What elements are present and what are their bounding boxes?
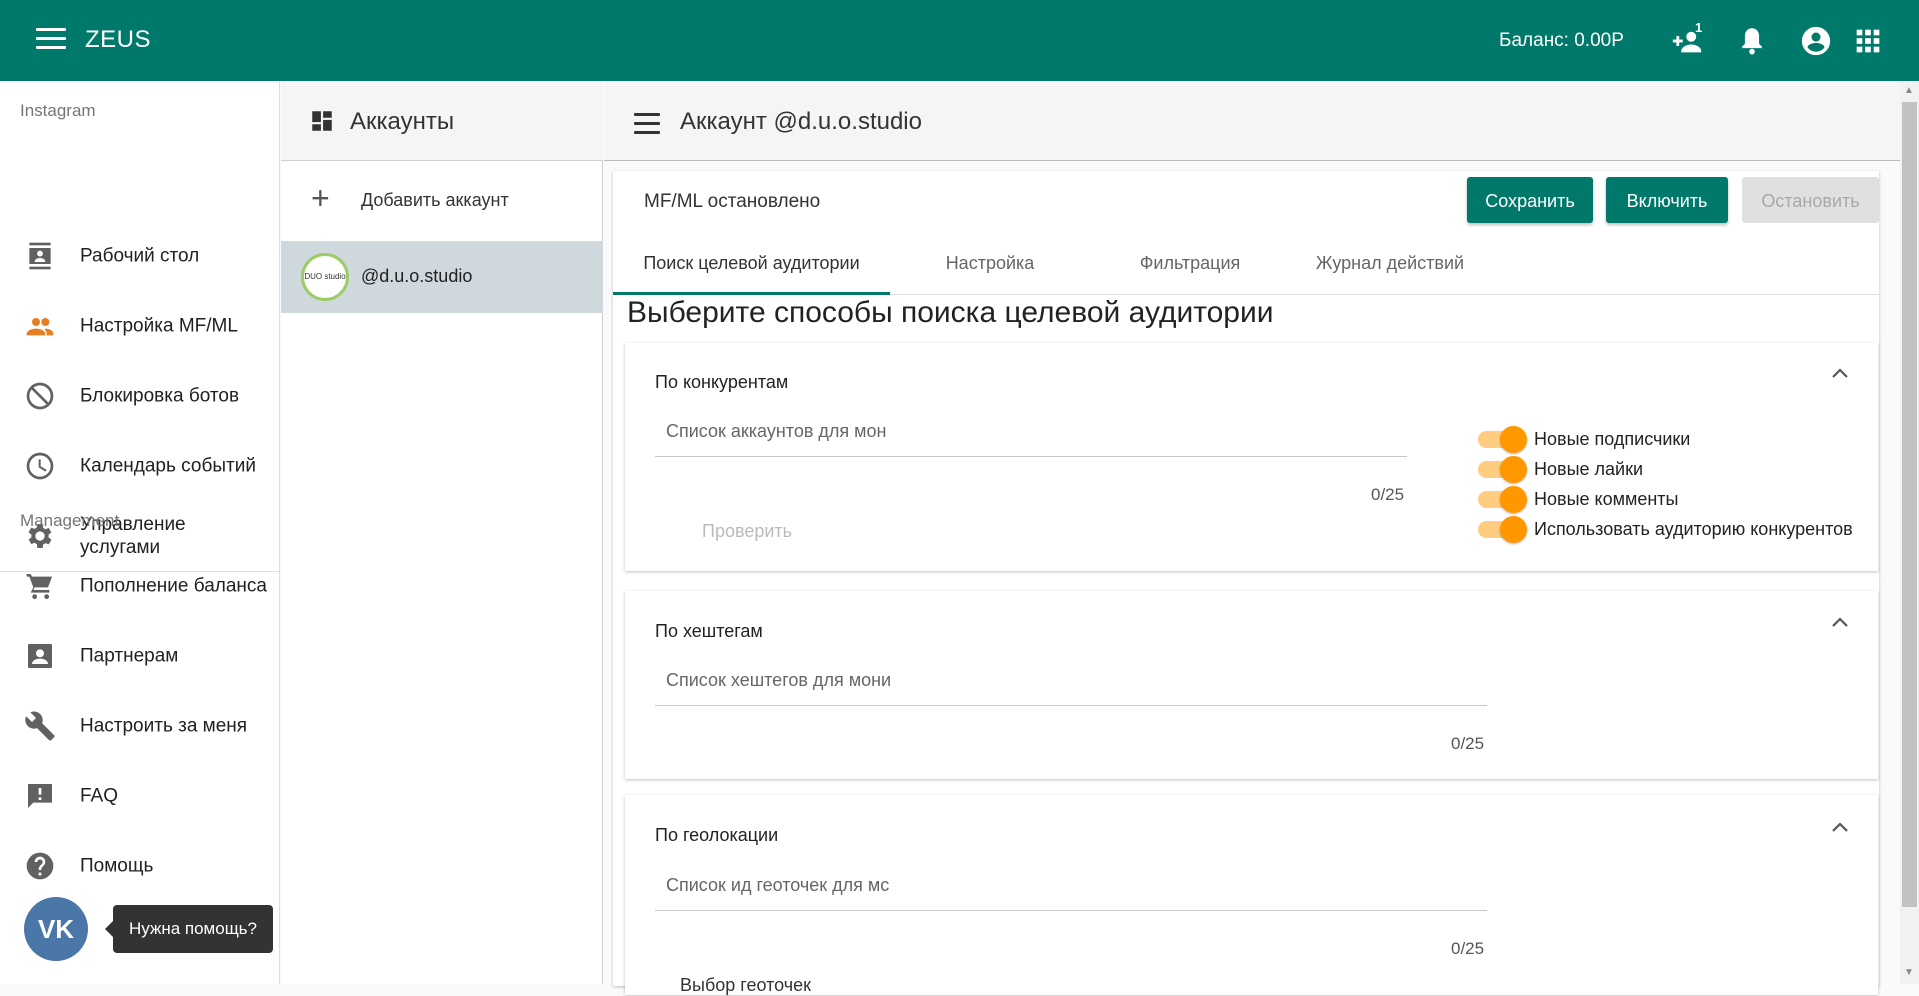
toggle-label: Новые подписчики	[1534, 429, 1691, 449]
panel-hashtags: По хештегам Список хештегов для мони 0/2…	[625, 591, 1878, 779]
wrench-icon	[24, 710, 56, 742]
cart-icon	[24, 570, 56, 602]
people-icon	[24, 310, 56, 342]
clock-icon	[24, 450, 56, 482]
tab-settings[interactable]: Настройка	[890, 235, 1090, 295]
section-label-management: Management	[20, 511, 120, 530]
toggle-new-likes[interactable]	[1478, 456, 1527, 483]
menu-icon[interactable]	[36, 28, 66, 52]
panel-title: По конкурентам	[655, 372, 789, 392]
geo-select-label[interactable]: Выбор геоточек	[680, 975, 811, 996]
panel-competitors: По конкурентам Список аккаунтов для мон …	[625, 343, 1878, 571]
account-handle: @d.u.o.studio	[361, 266, 473, 286]
sidebar-item-desktop[interactable]: Рабочий стол	[0, 226, 279, 286]
dashboard-icon	[309, 108, 335, 134]
account-card: MF/ML остановлено Сохранить Включить Ост…	[613, 171, 1879, 995]
feedback-icon	[24, 780, 56, 812]
chevron-up-icon[interactable]	[1830, 820, 1850, 834]
save-button[interactable]: Сохранить	[1467, 177, 1593, 223]
input-placeholder: Список хештегов для мони	[666, 670, 892, 690]
toggle-label: Использовать аудиторию конкурентов	[1534, 519, 1853, 539]
section-heading: Выберите способы поиска целевой аудитори…	[627, 296, 1274, 329]
section-label-instagram: Instagram	[20, 101, 96, 120]
toggle-new-comments[interactable]	[1478, 486, 1527, 513]
char-counter: 0/25	[1451, 939, 1485, 958]
sidebar-item-top-up-balance[interactable]: Пополнение баланса	[0, 556, 279, 616]
sidebar-item-mfml-settings[interactable]: Настройка MF/ML	[0, 296, 279, 356]
tab-action-log[interactable]: Журнал действий	[1290, 235, 1490, 295]
page-title: Аккаунт @d.u.o.studio	[680, 108, 922, 135]
scroll-up-arrow-icon[interactable]: ▲	[1904, 85, 1914, 96]
tab-audience-search[interactable]: Поиск целевой аудитории	[613, 235, 890, 295]
input-placeholder: Список ид геоточек для мс	[666, 875, 890, 895]
account-box-icon	[24, 640, 56, 672]
hashtags-input[interactable]: Список хештегов для мони	[655, 648, 1487, 706]
enable-button[interactable]: Включить	[1606, 177, 1728, 223]
geo-points-input[interactable]: Список ид геоточек для мс	[655, 853, 1487, 911]
notification-count-badge: 1	[1695, 20, 1703, 35]
apps-grid-icon[interactable]	[1851, 24, 1885, 58]
add-account-label: Добавить аккаунт	[361, 190, 509, 210]
balance-label[interactable]: Баланс: 0.00Р	[1499, 30, 1624, 52]
accounts-header: Аккаунты	[281, 81, 603, 161]
toggle-new-followers[interactable]	[1478, 426, 1527, 453]
contact-icon	[24, 240, 56, 272]
block-icon	[24, 380, 56, 412]
char-counter: 0/25	[1371, 485, 1405, 504]
toggle-competitor-audience[interactable]	[1478, 516, 1527, 543]
mfml-status: MF/ML остановлено	[644, 191, 821, 212]
help-tooltip: Нужна помощь?	[105, 905, 273, 953]
sidebar-item-bot-blocking[interactable]: Блокировка ботов	[0, 366, 279, 426]
account-list-item[interactable]: DUO studio @d.u.o.studio	[281, 241, 603, 313]
plus-icon: +	[311, 180, 330, 216]
panel-geolocation: По геолокации Список ид геоточек для мс …	[625, 795, 1878, 995]
sidebar-item-help[interactable]: Помощь	[0, 836, 279, 896]
input-placeholder: Список аккаунтов для мон	[666, 421, 887, 441]
sidebar: Instagram Рабочий стол Настройка MF/ML Б…	[0, 81, 280, 984]
sidebar-item-label: Пополнение баланса	[80, 575, 267, 597]
sidebar-item-partners[interactable]: Партнерам	[0, 626, 279, 686]
panel-title: По хештегам	[655, 621, 763, 641]
help-icon	[24, 850, 56, 882]
avatar: DUO studio	[301, 253, 349, 301]
sidebar-item-label: FAQ	[80, 785, 119, 807]
panel-title: По геолокации	[655, 825, 779, 845]
add-account-button[interactable]: + Добавить аккаунт	[281, 162, 603, 240]
scrollbar[interactable]: ▲ ▼	[1900, 81, 1919, 984]
sidebar-item-faq[interactable]: FAQ	[0, 766, 279, 826]
toggle-label: Новые комменты	[1534, 489, 1679, 509]
sidebar-item-label: Календарь событий	[80, 455, 256, 477]
scroll-down-arrow-icon[interactable]: ▼	[1904, 967, 1914, 978]
app-brand: ZEUS	[85, 26, 152, 53]
sidebar-item-label: Рабочий стол	[80, 245, 200, 267]
accounts-panel: Аккаунты + Добавить аккаунт DUO studio @…	[281, 81, 603, 984]
scrollbar-thumb[interactable]	[1902, 102, 1917, 907]
sidebar-item-label: Блокировка ботов	[80, 385, 240, 407]
sidebar-item-label: Помощь	[80, 855, 154, 877]
sidebar-item-label: Настроить за меня	[80, 715, 248, 737]
vk-chat-button[interactable]: VK	[24, 897, 88, 961]
main-header: Аккаунт @d.u.o.studio	[604, 81, 1900, 161]
stop-button[interactable]: Остановить	[1742, 177, 1879, 223]
account-circle-icon[interactable]	[1799, 24, 1833, 58]
tab-bar: Поиск целевой аудитории Настройка Фильтр…	[613, 235, 1879, 295]
tab-filtering[interactable]: Фильтрация	[1090, 235, 1290, 295]
check-button[interactable]: Проверить	[702, 521, 792, 542]
sidebar-item-label: Настройка MF/ML	[80, 315, 238, 337]
accounts-title: Аккаунты	[350, 108, 455, 135]
app-bar: ZEUS Баланс: 0.00Р 1	[0, 0, 1919, 81]
sidebar-item-label: Партнерам	[80, 645, 179, 667]
competitor-accounts-input[interactable]: Список аккаунтов для мон	[655, 399, 1407, 457]
sidebar-item-event-calendar[interactable]: Календарь событий	[0, 436, 279, 496]
bell-icon[interactable]	[1735, 24, 1769, 58]
menu-icon[interactable]	[634, 113, 660, 134]
char-counter: 0/25	[1451, 734, 1485, 753]
chevron-up-icon[interactable]	[1830, 366, 1850, 380]
toggle-label: Новые лайки	[1534, 459, 1644, 479]
chevron-up-icon[interactable]	[1830, 615, 1850, 629]
sidebar-item-setup-for-me[interactable]: Настроить за меня	[0, 696, 279, 756]
